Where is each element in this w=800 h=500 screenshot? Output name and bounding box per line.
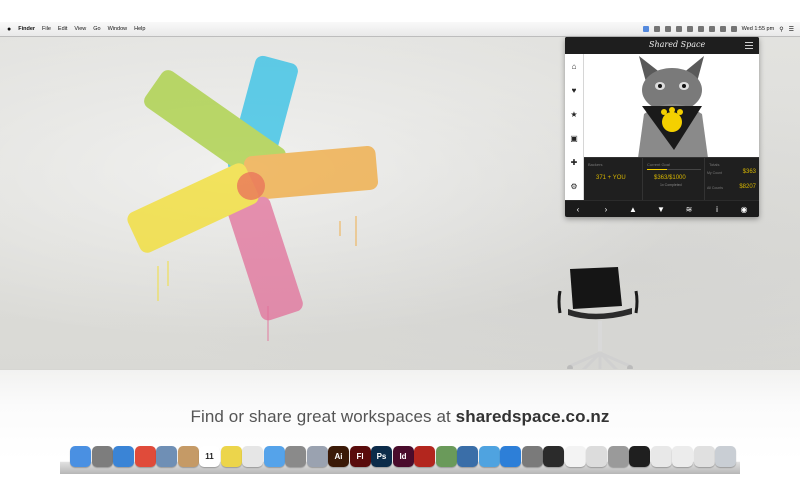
dock-illustrator-icon[interactable]: Ai xyxy=(328,446,349,467)
stats-panel: Backers 371 + YOU Current Goal $363/$100… xyxy=(584,157,759,202)
dock-pages-icon[interactable] xyxy=(242,446,263,467)
dock-system-preferences-icon[interactable] xyxy=(521,446,543,467)
apple-menu-icon[interactable]: ● xyxy=(7,26,11,33)
backers-column: Backers 371 + YOU xyxy=(584,158,642,202)
dock-screenshot-icon[interactable] xyxy=(586,446,607,467)
all-counts-value: $8207 xyxy=(739,184,756,190)
dock-facetime-icon[interactable] xyxy=(285,446,306,467)
battery-icon[interactable] xyxy=(708,26,715,32)
thumbs-up-icon[interactable]: ▲ xyxy=(626,204,640,216)
menu-finder[interactable]: Finder xyxy=(18,26,35,32)
sound-icon[interactable] xyxy=(730,26,737,32)
all-counts-label: All Counts xyxy=(707,186,723,190)
dock-itunes-icon[interactable] xyxy=(478,446,500,467)
dock-document-icon[interactable] xyxy=(564,446,586,467)
my-count-value: $363 xyxy=(742,169,756,175)
totals-label: Totals xyxy=(709,162,720,167)
previous-icon[interactable]: ‹ xyxy=(571,204,585,216)
add-user-icon[interactable]: ✚ xyxy=(565,150,583,174)
menu-edit[interactable]: Edit xyxy=(58,26,67,32)
heart-icon[interactable]: ♥ xyxy=(565,78,583,102)
menu-window[interactable]: Window xyxy=(108,26,128,32)
caption-site: sharedspace.co.nz xyxy=(455,407,610,426)
bluetooth-icon[interactable] xyxy=(675,26,682,32)
totals-column: Totals My Count $363 All Counts $8207 xyxy=(704,158,759,202)
info-icon[interactable]: i xyxy=(710,204,724,216)
dock-item-label: Ai xyxy=(334,452,343,461)
goal-progress-fill xyxy=(647,169,667,170)
dock-stickies-icon[interactable] xyxy=(220,446,242,467)
dock-photoshop-icon[interactable]: Ps xyxy=(371,446,392,467)
dock-launchpad-icon[interactable] xyxy=(91,446,113,467)
widget-header: Shared Space xyxy=(565,37,759,54)
dock-messages-icon[interactable] xyxy=(263,446,285,467)
star-icon[interactable]: ★ xyxy=(565,102,583,126)
cloud-icon[interactable] xyxy=(664,26,671,32)
current-goal-value: $363/$1000 xyxy=(654,175,686,181)
dock-network-icon[interactable] xyxy=(457,446,478,467)
share-icon[interactable]: ≋ xyxy=(682,204,696,216)
hamburger-menu-icon[interactable] xyxy=(745,42,753,51)
wifi-icon[interactable] xyxy=(719,26,726,32)
current-goal-label: Current Goal xyxy=(647,162,670,167)
clock-icon[interactable] xyxy=(697,26,704,32)
promo-caption: Find or share great workspaces at shared… xyxy=(0,407,800,427)
dock-ical-icon[interactable]: 11 xyxy=(199,446,220,467)
caption-prefix: Find or share great workspaces at xyxy=(190,407,456,426)
backers-value: 371 + YOU xyxy=(596,175,626,181)
globe-icon[interactable]: ◉ xyxy=(737,204,751,216)
dock-camera-icon[interactable] xyxy=(607,446,629,467)
dock-item-label: Id xyxy=(399,452,407,461)
dock-finder-window-icon[interactable] xyxy=(693,446,715,467)
dock-item-label: Fl xyxy=(356,452,364,461)
thumbs-down-icon[interactable]: ▼ xyxy=(654,204,668,216)
dock-contacts-icon[interactable] xyxy=(177,446,199,467)
status-tray: Wed 1:55 pm ⚲ ☰ xyxy=(642,22,794,36)
dock-script-editor-icon[interactable] xyxy=(306,446,328,467)
dock-terminal-icon[interactable] xyxy=(629,446,650,467)
dropbox-icon[interactable] xyxy=(653,26,660,32)
home-icon[interactable]: ⌂ xyxy=(565,54,583,78)
dock-item-label: Ps xyxy=(376,452,387,461)
current-goal-column: Current Goal $363/$1000 1x Completed xyxy=(642,158,705,202)
dock-item-label: 11 xyxy=(205,452,214,461)
dock-trash-icon[interactable] xyxy=(715,446,736,467)
dock-iphoto-icon[interactable] xyxy=(435,446,457,467)
backers-label: Backers xyxy=(588,162,603,167)
menubar-clock[interactable]: Wed 1:55 pm xyxy=(742,26,775,32)
image-icon[interactable]: ▣ xyxy=(565,126,583,150)
menu-go[interactable]: Go xyxy=(93,26,100,32)
notification-center-icon[interactable]: ☰ xyxy=(789,26,794,33)
menubar: ● Finder File Edit View Go Window Help W… xyxy=(0,22,800,37)
dock-chrome-icon[interactable] xyxy=(134,446,156,467)
widget-logo: Shared Space xyxy=(649,40,706,49)
dock-spotify-icon[interactable] xyxy=(543,446,564,467)
dock-safari-icon[interactable] xyxy=(113,446,134,467)
dock-downloads-icon[interactable] xyxy=(672,446,693,467)
dock-preview-icon[interactable] xyxy=(156,446,177,467)
gear-icon[interactable]: ⚙ xyxy=(565,174,583,198)
cat-bandana-photo xyxy=(584,54,759,158)
dock: 11 Ai Fl Ps Id xyxy=(70,446,736,470)
my-count-label: My Count xyxy=(707,171,722,175)
menu-file[interactable]: File xyxy=(42,26,51,32)
dock-acrobat-icon[interactable] xyxy=(414,446,435,467)
menu-view[interactable]: View xyxy=(74,26,86,32)
sharedspace-menu-icon[interactable] xyxy=(642,26,649,32)
dock-folder-icon[interactable] xyxy=(650,446,672,467)
widget-toolbar: ‹ › ▲ ▼ ≋ i ◉ xyxy=(565,200,759,217)
next-icon[interactable]: › xyxy=(599,204,613,216)
goal-progress-bar xyxy=(647,169,701,170)
sharedspace-widget: Shared Space ⌂ ♥ ★ ▣ ✚ ⚙ Backers 371 + Y… xyxy=(565,37,759,217)
volume-icon[interactable] xyxy=(686,26,693,32)
dock-flash-icon[interactable]: Fl xyxy=(349,446,371,467)
widget-side-nav: ⌂ ♥ ★ ▣ ✚ ⚙ xyxy=(565,54,584,217)
goal-subtext: 1x Completed xyxy=(660,183,682,187)
dock-finder-icon[interactable] xyxy=(70,446,91,467)
menu-help[interactable]: Help xyxy=(134,26,145,32)
dock-indesign-icon[interactable]: Id xyxy=(392,446,414,467)
dock-app-store-icon[interactable] xyxy=(500,446,521,467)
spotlight-icon[interactable]: ⚲ xyxy=(779,26,783,33)
